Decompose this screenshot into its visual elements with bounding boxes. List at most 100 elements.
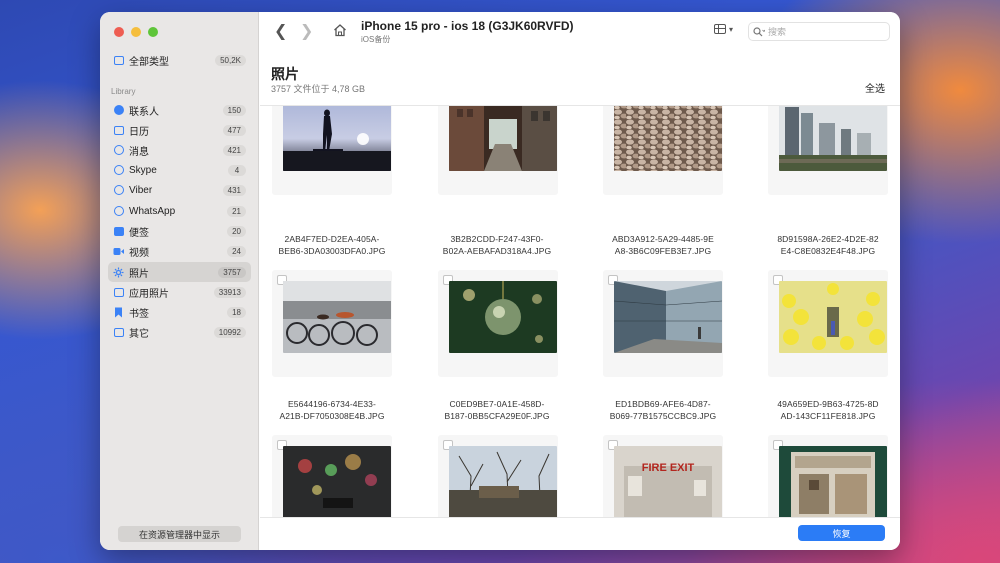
sidebar-item-calendar[interactable]: 日历 477 bbox=[108, 120, 251, 140]
photo-thumbnail bbox=[614, 106, 722, 171]
sidebar-item-label: 联系人 bbox=[129, 106, 159, 118]
section-title: 照片 bbox=[271, 66, 299, 82]
sidebar-item-count: 33913 bbox=[213, 286, 246, 298]
sidebar-item-label: 日历 bbox=[129, 126, 149, 138]
sidebar-item-contacts[interactable]: 联系人 150 bbox=[108, 100, 251, 120]
filename-line2: E4-C8E0832E4F48.JPG bbox=[780, 246, 876, 256]
sidebar-item-count: 477 bbox=[222, 124, 246, 136]
sidebar-item-app-photos[interactable]: 应用照片 33913 bbox=[108, 282, 251, 302]
app-window: 全部类型 50,2K Library 联系人 150 日历 477 消息 421… bbox=[100, 12, 900, 550]
toolbar: ❮ ❯ iPhone 15 pro - ios 18 (G3JK60RVFD) … bbox=[260, 12, 900, 50]
photo-thumbnail bbox=[449, 281, 557, 353]
search-icon bbox=[753, 26, 765, 36]
photo-filename: ABD3A912-5A29-4485-9E A8-3B6C09FEB3E7.JP… bbox=[598, 233, 728, 257]
photo-thumbnail bbox=[449, 106, 557, 171]
reveal-in-explorer-button[interactable]: 在资源管理器中显示 bbox=[118, 526, 241, 542]
filename-line1: 3B2B2CDD-F247-43F0- bbox=[450, 234, 544, 244]
sidebar-item-count: 21 bbox=[227, 205, 246, 217]
photo-card[interactable] bbox=[603, 106, 723, 195]
sidebar-item-label: WhatsApp bbox=[129, 205, 176, 217]
notes-icon bbox=[113, 226, 124, 237]
photo-card[interactable] bbox=[438, 270, 558, 377]
filename-line2: AD-143CF11FE818.JPG bbox=[780, 411, 876, 421]
photo-card[interactable] bbox=[603, 270, 723, 377]
select-all-button[interactable]: 全选 bbox=[865, 80, 885, 95]
forward-arrow-icon[interactable]: ❯ bbox=[300, 21, 313, 41]
contacts-icon bbox=[113, 105, 124, 116]
view-mode-toggle[interactable]: ▾ bbox=[714, 24, 733, 34]
photo-filename: C0ED9BE7-0A1E-458D- B187-0BB5CFA29E0F.JP… bbox=[432, 398, 562, 422]
photo-card[interactable] bbox=[272, 435, 392, 517]
sidebar-item-whatsapp[interactable]: WhatsApp 21 bbox=[108, 201, 251, 221]
search-box[interactable] bbox=[748, 22, 890, 41]
search-input[interactable] bbox=[768, 26, 878, 37]
zoom-window-button[interactable] bbox=[148, 27, 158, 37]
photo-card[interactable] bbox=[438, 106, 558, 195]
sidebar-item-label: 视频 bbox=[129, 247, 149, 259]
sidebar-item-label: 全部类型 bbox=[129, 56, 169, 68]
sidebar-item-count: 18 bbox=[227, 306, 246, 318]
minimize-window-button[interactable] bbox=[131, 27, 141, 37]
filename-line1: 2AB4F7ED-D2EA-405A- bbox=[284, 234, 380, 244]
photo-thumbnail bbox=[779, 281, 887, 353]
photo-card[interactable]: FIRE EXIT bbox=[603, 435, 723, 517]
filename-line1: 8D91598A-26E2-4D2E-82 bbox=[777, 234, 879, 244]
fire-exit-sign-text: FIRE EXIT bbox=[641, 462, 695, 474]
sidebar-item-label: 书签 bbox=[129, 308, 149, 320]
app-photos-icon bbox=[113, 287, 124, 298]
filename-line2: A21B-DF7050308E4B.JPG bbox=[279, 411, 385, 421]
sidebar-item-notes[interactable]: 便签 20 bbox=[108, 221, 251, 241]
sidebar-item-label: Skype bbox=[129, 164, 157, 176]
photo-filename: E5644196-6734-4E33- A21B-DF7050308E4B.JP… bbox=[267, 398, 397, 422]
filename-line2: B069-77B1575CCBC9.JPG bbox=[609, 411, 717, 421]
sidebar-item-label: Viber bbox=[129, 184, 153, 196]
photo-thumbnail bbox=[449, 446, 557, 517]
sidebar-item-count: 4 bbox=[228, 164, 246, 176]
main-panel: ❮ ❯ iPhone 15 pro - ios 18 (G3JK60RVFD) … bbox=[260, 12, 900, 550]
photo-card[interactable] bbox=[272, 106, 392, 195]
photo-card[interactable] bbox=[438, 435, 558, 517]
sidebar-item-label: 便签 bbox=[129, 227, 149, 239]
photo-filename: 2AB4F7ED-D2EA-405A- BEB6-3DA03003DFA0.JP… bbox=[267, 233, 397, 257]
photo-thumbnail bbox=[779, 446, 887, 517]
photo-filename: 3B2B2CDD-F247-43F0- B02A-AEBAFAD318A4.JP… bbox=[432, 233, 562, 257]
sidebar-item-all[interactable]: 全部类型 50,2K bbox=[108, 50, 251, 70]
whatsapp-icon bbox=[113, 206, 124, 217]
sidebar-item-count: 50,2K bbox=[215, 54, 246, 66]
device-subtitle: iOS备份 bbox=[361, 35, 391, 44]
sidebar-item-other[interactable]: 其它 10992 bbox=[108, 322, 251, 342]
photo-card[interactable] bbox=[272, 270, 392, 377]
section-subtitle: 3757 文件位于 4,78 GB bbox=[271, 84, 366, 94]
photo-thumbnail bbox=[283, 106, 391, 171]
filename-line2: B02A-AEBAFAD318A4.JPG bbox=[442, 246, 552, 256]
home-icon[interactable] bbox=[333, 23, 347, 37]
recover-button[interactable]: 恢复 bbox=[798, 525, 885, 541]
back-arrow-icon[interactable]: ❮ bbox=[274, 21, 287, 41]
library-header: Library bbox=[111, 87, 136, 96]
divider bbox=[260, 517, 900, 518]
video-icon bbox=[113, 246, 124, 257]
sidebar-item-viber[interactable]: Viber 431 bbox=[108, 180, 251, 200]
sidebar-item-label: 其它 bbox=[129, 328, 149, 340]
close-window-button[interactable] bbox=[114, 27, 124, 37]
photo-card[interactable] bbox=[768, 435, 888, 517]
sidebar-item-photos[interactable]: 照片 3757 bbox=[108, 262, 251, 282]
sidebar-item-bookmarks[interactable]: 书签 18 bbox=[108, 302, 251, 322]
sidebar-item-count: 421 bbox=[222, 144, 246, 156]
filename-line1: ABD3A912-5A29-4485-9E bbox=[612, 234, 714, 244]
photo-card[interactable] bbox=[768, 270, 888, 377]
other-icon bbox=[113, 327, 124, 338]
messages-icon bbox=[113, 145, 124, 156]
filename-line2: B187-0BB5CFA29E0F.JPG bbox=[444, 411, 550, 421]
photo-card[interactable] bbox=[768, 106, 888, 195]
filename-line2: BEB6-3DA03003DFA0.JPG bbox=[278, 246, 386, 256]
folder-icon bbox=[113, 55, 124, 66]
sidebar-item-skype[interactable]: Skype 4 bbox=[108, 160, 251, 180]
sidebar-item-messages[interactable]: 消息 421 bbox=[108, 140, 251, 160]
sidebar-item-video[interactable]: 视频 24 bbox=[108, 241, 251, 261]
photo-thumbnail bbox=[283, 446, 391, 517]
sidebar-item-label: 应用照片 bbox=[129, 288, 169, 300]
sidebar-item-count: 150 bbox=[222, 104, 246, 116]
filename-line2: A8-3B6C09FEB3E7.JPG bbox=[614, 246, 712, 256]
chevron-down-icon: ▾ bbox=[729, 24, 734, 34]
